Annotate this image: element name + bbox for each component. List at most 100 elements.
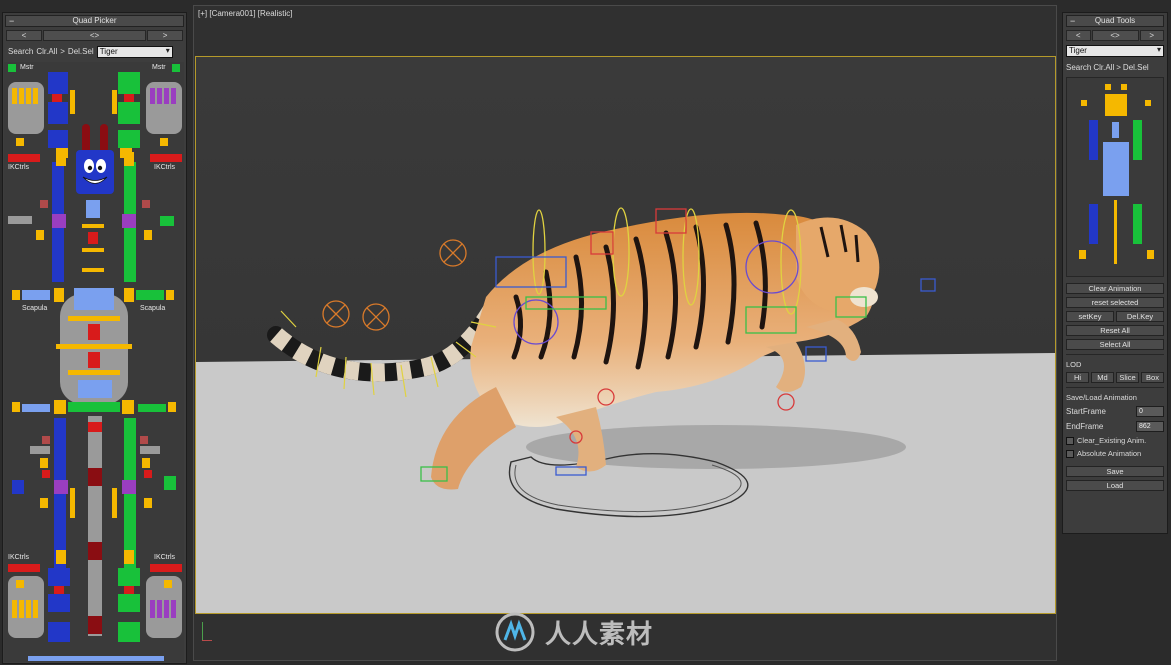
- tail-dark-1[interactable]: [88, 468, 102, 486]
- lod-md-button[interactable]: Md: [1091, 372, 1114, 383]
- save-button[interactable]: Save: [1066, 466, 1164, 477]
- hind-right-yellow-2[interactable]: [144, 498, 152, 508]
- mini-torso[interactable]: [1103, 142, 1129, 196]
- clear-animation-button[interactable]: Clear Animation: [1066, 283, 1164, 294]
- front-left-heel[interactable]: [16, 138, 24, 146]
- lod-hi-button[interactable]: Hi: [1066, 372, 1089, 383]
- tools-search-button[interactable]: Search: [1066, 63, 1091, 72]
- front-left-toe-2[interactable]: [19, 88, 24, 104]
- mini-arm-left[interactable]: [1089, 120, 1098, 160]
- clear-existing-checkbox-row[interactable]: Clear_Existing Anim.: [1066, 436, 1164, 445]
- reset-all-button[interactable]: Reset All: [1066, 325, 1164, 336]
- hind-left-toe-3[interactable]: [26, 600, 31, 618]
- delete-selection-button[interactable]: Del.Sel: [68, 47, 94, 56]
- hind-left-foot-upper[interactable]: [48, 568, 70, 586]
- tools-nav-prev-button[interactable]: <: [1066, 30, 1091, 41]
- front-right-side-1[interactable]: [112, 90, 117, 114]
- pelvis-ctrl[interactable]: [78, 380, 112, 398]
- hip-left-yellow-1[interactable]: [12, 402, 20, 412]
- front-left-leg-mid[interactable]: [48, 102, 68, 124]
- hind-left-toe-1[interactable]: [12, 600, 17, 618]
- torso-bar-3[interactable]: [68, 370, 120, 375]
- hip-center[interactable]: [68, 402, 120, 412]
- absolute-animation-checkbox[interactable]: [1066, 449, 1074, 458]
- tail-dark-2[interactable]: [88, 542, 102, 560]
- mini-head-dot-left[interactable]: [1105, 84, 1111, 90]
- neck-ctrl[interactable]: [86, 200, 100, 218]
- arrow-button[interactable]: >: [60, 47, 65, 56]
- mini-leg-right[interactable]: [1133, 204, 1142, 244]
- left-arm-red-1[interactable]: [40, 200, 48, 208]
- hip-left-joint[interactable]: [54, 400, 66, 414]
- front-left-toe-3[interactable]: [26, 88, 31, 104]
- lod-slice-button[interactable]: Slice: [1116, 372, 1139, 383]
- lod-box-button[interactable]: Box: [1141, 372, 1164, 383]
- torso-red-2[interactable]: [88, 352, 100, 368]
- hind-right-yellow-bar[interactable]: [112, 488, 117, 518]
- hind-left-gray-1[interactable]: [30, 446, 50, 454]
- left-arm-yellow-1[interactable]: [36, 230, 44, 240]
- hip-right-bar[interactable]: [138, 404, 166, 412]
- chest-ctrl[interactable]: [74, 288, 114, 310]
- mstr-left-swatch[interactable]: [8, 64, 16, 72]
- nav-center-button[interactable]: <>: [42, 30, 147, 41]
- torso-bar-1[interactable]: [68, 316, 120, 321]
- hind-left-red-1[interactable]: [42, 436, 50, 444]
- hind-right-heel[interactable]: [164, 580, 172, 588]
- hind-right-red-2[interactable]: [144, 470, 152, 478]
- neck-bar-3[interactable]: [82, 268, 104, 272]
- viewport-label[interactable]: [+] [Camera001] [Realistic]: [198, 9, 292, 18]
- front-left-toe-4[interactable]: [33, 88, 38, 104]
- ikctrl-top-left-bar[interactable]: [8, 154, 40, 162]
- collapse-icon[interactable]: −: [1070, 16, 1075, 26]
- hind-right-yellow-1[interactable]: [142, 458, 150, 468]
- front-right-leg-upper[interactable]: [118, 72, 140, 94]
- clear-existing-checkbox[interactable]: [1066, 436, 1074, 445]
- tail-dark-3[interactable]: [88, 616, 102, 634]
- hind-right-green-sq[interactable]: [164, 476, 176, 490]
- clear-all-button[interactable]: Clr.All: [36, 47, 57, 56]
- neck-bar-2[interactable]: [82, 248, 104, 252]
- mini-arm-right[interactable]: [1133, 120, 1142, 160]
- collapse-icon[interactable]: −: [9, 16, 14, 26]
- hind-left-toe-2[interactable]: [19, 600, 24, 618]
- character-select[interactable]: Tiger: [96, 45, 173, 58]
- hind-left-foot-mid[interactable]: [48, 594, 70, 612]
- front-right-leg-mid[interactable]: [118, 102, 140, 124]
- ikctrl-top-right-bar[interactable]: [150, 154, 182, 162]
- front-right-toe-4[interactable]: [171, 88, 176, 104]
- front-right-toe-3[interactable]: [164, 88, 169, 104]
- nav-prev-button[interactable]: <: [6, 30, 42, 41]
- hind-right-toe-3[interactable]: [164, 600, 169, 618]
- hind-left-blue-sq[interactable]: [12, 480, 24, 494]
- front-right-toe-1[interactable]: [150, 88, 155, 104]
- hind-right-toe-4[interactable]: [171, 600, 176, 618]
- ear-left[interactable]: [82, 124, 90, 150]
- viewport-scene[interactable]: [195, 56, 1056, 614]
- tools-character-select[interactable]: Tiger: [1066, 45, 1164, 57]
- left-arm-joint[interactable]: [56, 152, 66, 166]
- left-arm-purple[interactable]: [52, 214, 66, 228]
- ear-right[interactable]: [100, 124, 108, 150]
- front-left-leg-upper[interactable]: [48, 72, 68, 94]
- torso-bar-2[interactable]: [56, 344, 132, 349]
- right-arm-joint[interactable]: [124, 152, 134, 166]
- tools-arrow-button[interactable]: >: [1116, 63, 1121, 72]
- hind-left-foot-red[interactable]: [54, 586, 64, 594]
- torso-red-1[interactable]: [88, 324, 100, 340]
- hind-left-purple[interactable]: [54, 480, 68, 494]
- hind-right-red-1[interactable]: [140, 436, 148, 444]
- absolute-animation-checkbox-row[interactable]: Absolute Animation: [1066, 449, 1164, 458]
- neck-bar-1[interactable]: [82, 224, 104, 228]
- hind-right-toe-1[interactable]: [150, 600, 155, 618]
- front-left-toe-1[interactable]: [12, 88, 17, 104]
- select-all-button[interactable]: Select All: [1066, 339, 1164, 350]
- quad-tools-rollout-header[interactable]: − Quad Tools: [1066, 15, 1164, 27]
- tail-red-1[interactable]: [88, 422, 102, 432]
- mini-leg-left[interactable]: [1089, 204, 1098, 244]
- mini-tail[interactable]: [1114, 200, 1117, 264]
- nav-next-button[interactable]: >: [147, 30, 183, 41]
- hind-right-foot-mid[interactable]: [118, 594, 140, 612]
- start-frame-input[interactable]: 0: [1136, 406, 1164, 417]
- hind-right-foot-red[interactable]: [124, 586, 134, 594]
